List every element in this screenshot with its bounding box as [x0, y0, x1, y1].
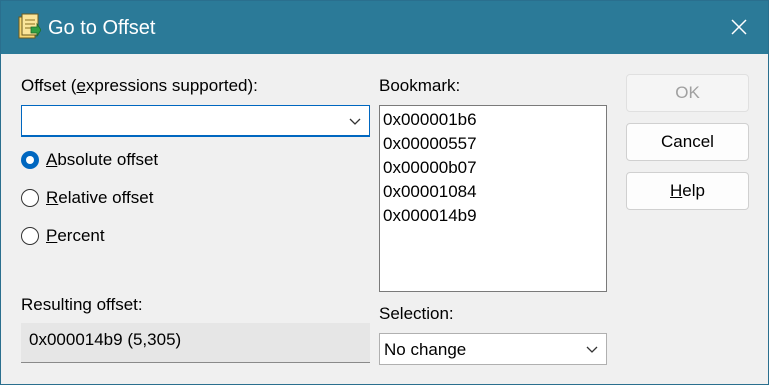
bookmark-item[interactable]: 0x000014b9: [383, 204, 477, 228]
percent-radio[interactable]: Percent: [21, 226, 221, 248]
close-button[interactable]: [719, 10, 759, 46]
label-rest: bsolute offset: [57, 150, 159, 169]
go-to-offset-dialog: Go to Offset Offset (expressions support…: [0, 0, 769, 385]
help-button[interactable]: Help: [626, 172, 749, 210]
close-icon: [731, 19, 747, 35]
selection-value[interactable]: No change: [384, 340, 466, 360]
bookmark-item[interactable]: 0x00000557: [383, 132, 477, 156]
bookmark-label: Bookmark:: [379, 76, 461, 95]
accel-letter: A: [46, 150, 58, 169]
relative-offset-label: Relative offset: [46, 188, 153, 208]
offset-combobox[interactable]: [21, 105, 370, 137]
resulting-offset-label: Resulting offset:: [21, 295, 143, 314]
bookmark-item[interactable]: 0x00001084: [383, 180, 477, 204]
cancel-button[interactable]: Cancel: [626, 123, 749, 161]
bookmark-listbox[interactable]: 0x000001b6 0x00000557 0x00000b07 0x00001…: [379, 105, 607, 292]
absolute-offset-radio[interactable]: Absolute offset: [21, 150, 221, 172]
selection-label: Selection:: [379, 304, 454, 323]
bookmark-item[interactable]: 0x00000b07: [383, 156, 477, 180]
offset-label-prefix: Offset (: [21, 76, 77, 95]
offset-label-suffix: xpressions supported):: [85, 76, 258, 95]
window-title: Go to Offset: [48, 17, 156, 39]
help-rest: elp: [682, 181, 705, 200]
absolute-offset-label: Absolute offset: [46, 150, 158, 170]
chevron-down-icon[interactable]: [586, 343, 598, 355]
percent-label: Percent: [46, 226, 105, 246]
label-rest: ercent: [57, 226, 105, 245]
ok-button[interactable]: OK: [626, 74, 749, 112]
help-accel: H: [670, 181, 683, 200]
chevron-down-icon[interactable]: [349, 115, 361, 127]
label-rest: elative offset: [58, 188, 154, 207]
resulting-offset-value: 0x000014b9 (5,305): [29, 330, 182, 349]
bookmark-item[interactable]: 0x000001b6: [383, 108, 477, 132]
resulting-offset-field: 0x000014b9 (5,305): [21, 323, 370, 363]
selection-combobox[interactable]: No change: [379, 333, 607, 365]
offset-label: Offset (expressions supported):: [21, 76, 258, 96]
radio-circle[interactable]: [21, 227, 39, 245]
offset-label-accel: e: [76, 76, 86, 95]
radio-circle[interactable]: [21, 151, 39, 169]
title-bar[interactable]: Go to Offset: [1, 1, 768, 54]
relative-offset-radio[interactable]: Relative offset: [21, 188, 221, 210]
radio-circle[interactable]: [21, 189, 39, 207]
accel-letter: P: [46, 226, 58, 245]
accel-letter: R: [46, 188, 59, 207]
document-icon: [18, 13, 41, 39]
